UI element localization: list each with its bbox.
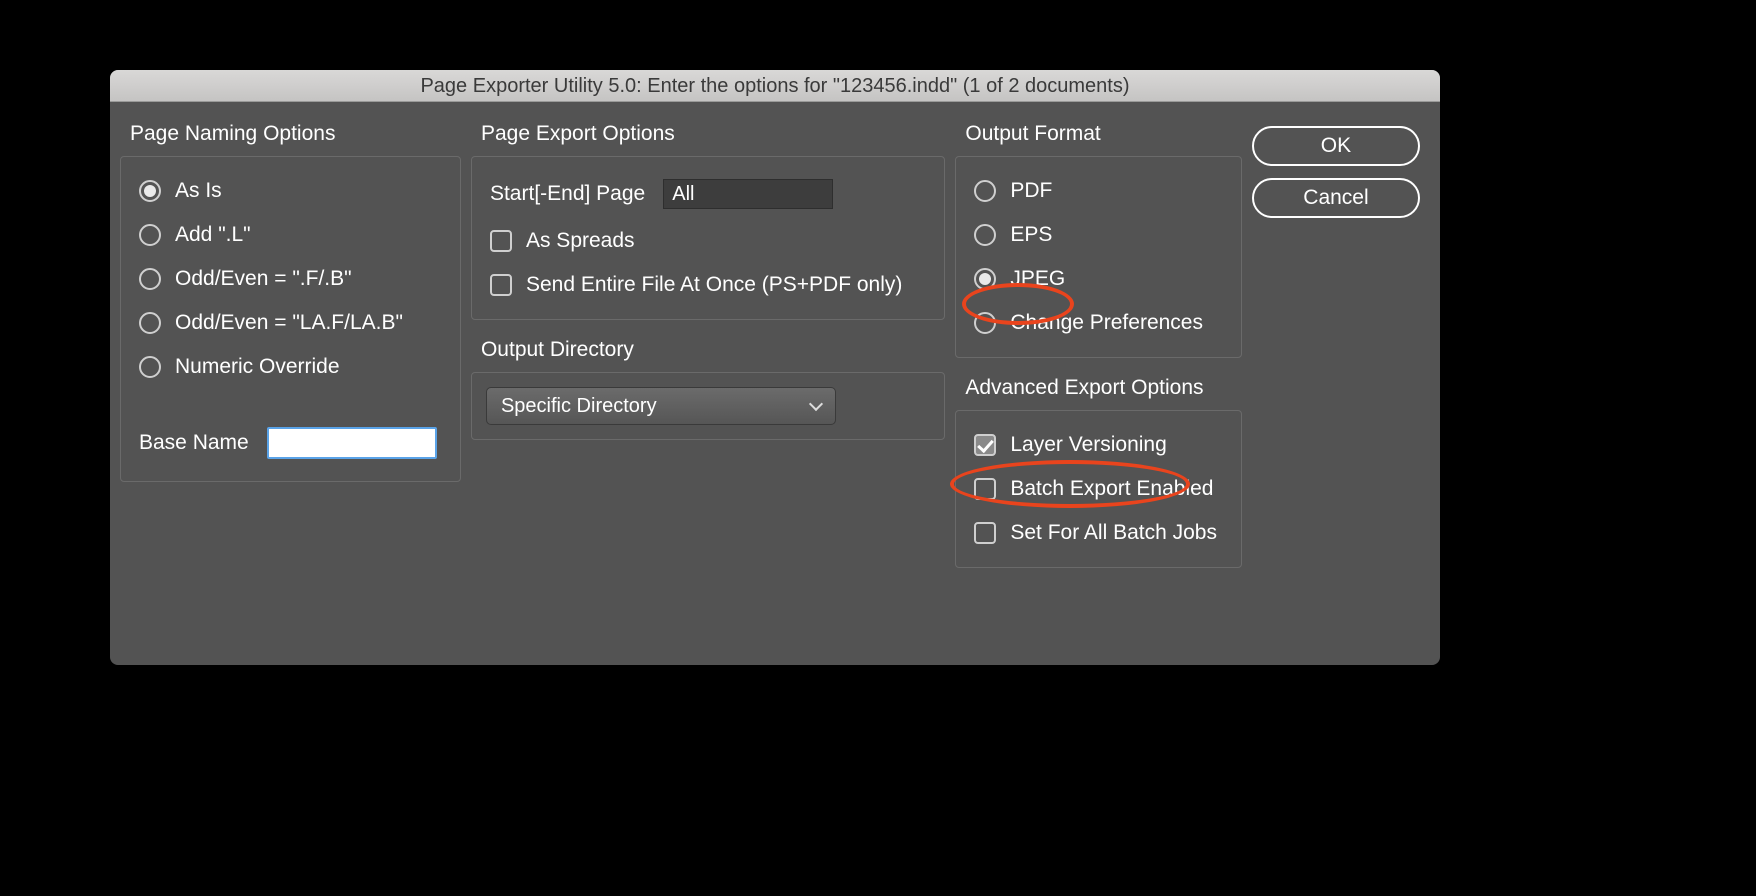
radio-label: Numeric Override [175,355,340,379]
page-export-column: Page Export Options Start[-End] Page As … [471,122,945,586]
checkbox-icon [974,478,996,500]
base-name-input[interactable] [267,427,437,459]
checkbox-icon [974,434,996,456]
output-format-group: PDF EPS JPEG Change Preferences [955,156,1242,358]
radio-icon [139,180,161,202]
page-naming-column: Page Naming Options As Is Add ".L" Odd/E… [120,122,461,586]
radio-icon [139,224,161,246]
radio-label: EPS [1010,223,1052,247]
check-as-spreads[interactable]: As Spreads [490,229,926,253]
dialog-buttons: OK Cancel [1252,122,1420,586]
base-name-label: Base Name [139,431,249,455]
dialog-title: Page Exporter Utility 5.0: Enter the opt… [110,70,1440,102]
page-export-group: Start[-End] Page As Spreads Send Entire … [471,156,945,320]
export-dialog: Page Exporter Utility 5.0: Enter the opt… [110,70,1440,665]
checkbox-icon [490,274,512,296]
radio-label: Change Preferences [1010,311,1203,335]
radio-label: Add ".L" [175,223,251,247]
radio-icon [974,224,996,246]
radio-label: As Is [175,179,222,203]
checkbox-label: Batch Export Enabled [1010,477,1213,501]
start-end-label: Start[-End] Page [490,182,645,206]
radio-label: PDF [1010,179,1052,203]
check-send-entire[interactable]: Send Entire File At Once (PS+PDF only) [490,273,926,297]
advanced-group: Layer Versioning Batch Export Enabled Se… [955,410,1242,568]
radio-icon [139,312,161,334]
start-end-input[interactable] [663,179,833,209]
select-value: Specific Directory [501,395,657,418]
check-set-for-all[interactable]: Set For All Batch Jobs [974,521,1223,545]
advanced-title: Advanced Export Options [965,376,1242,400]
output-directory-group: Specific Directory [471,372,945,440]
radio-label: Odd/Even = "LA.F/LA.B" [175,311,403,335]
output-format-title: Output Format [965,122,1242,146]
radio-eps[interactable]: EPS [974,223,1223,247]
checkbox-label: As Spreads [526,229,635,253]
radio-label: JPEG [1010,267,1065,291]
check-batch-export[interactable]: Batch Export Enabled [974,477,1223,501]
radio-jpeg[interactable]: JPEG [974,267,1223,291]
page-naming-group: As Is Add ".L" Odd/Even = ".F/.B" Odd/Ev… [120,156,461,482]
checkbox-label: Send Entire File At Once (PS+PDF only) [526,273,902,297]
radio-change-preferences[interactable]: Change Preferences [974,311,1223,335]
page-naming-title: Page Naming Options [130,122,461,146]
base-name-row: Base Name [139,427,442,459]
radio-numeric-override[interactable]: Numeric Override [139,355,442,379]
radio-label: Odd/Even = ".F/.B" [175,267,352,291]
ok-button[interactable]: OK [1252,126,1420,166]
radio-odd-even-la[interactable]: Odd/Even = "LA.F/LA.B" [139,311,442,335]
radio-icon [974,268,996,290]
output-directory-title: Output Directory [481,338,945,362]
output-directory-select[interactable]: Specific Directory [486,387,836,425]
radio-add-l[interactable]: Add ".L" [139,223,442,247]
page-export-title: Page Export Options [481,122,945,146]
radio-icon [139,356,161,378]
dialog-content: Page Naming Options As Is Add ".L" Odd/E… [110,102,1440,606]
radio-as-is[interactable]: As Is [139,179,442,203]
output-format-column: Output Format PDF EPS JPEG Change Prefer… [955,122,1242,586]
checkbox-label: Layer Versioning [1010,433,1166,457]
checkbox-icon [490,230,512,252]
radio-icon [139,268,161,290]
checkbox-label: Set For All Batch Jobs [1010,521,1217,545]
radio-pdf[interactable]: PDF [974,179,1223,203]
check-layer-versioning[interactable]: Layer Versioning [974,433,1223,457]
chevron-down-icon [809,397,823,411]
radio-icon [974,180,996,202]
start-end-row: Start[-End] Page [490,179,926,209]
checkbox-icon [974,522,996,544]
cancel-button[interactable]: Cancel [1252,178,1420,218]
radio-icon [974,312,996,334]
radio-odd-even-fb[interactable]: Odd/Even = ".F/.B" [139,267,442,291]
